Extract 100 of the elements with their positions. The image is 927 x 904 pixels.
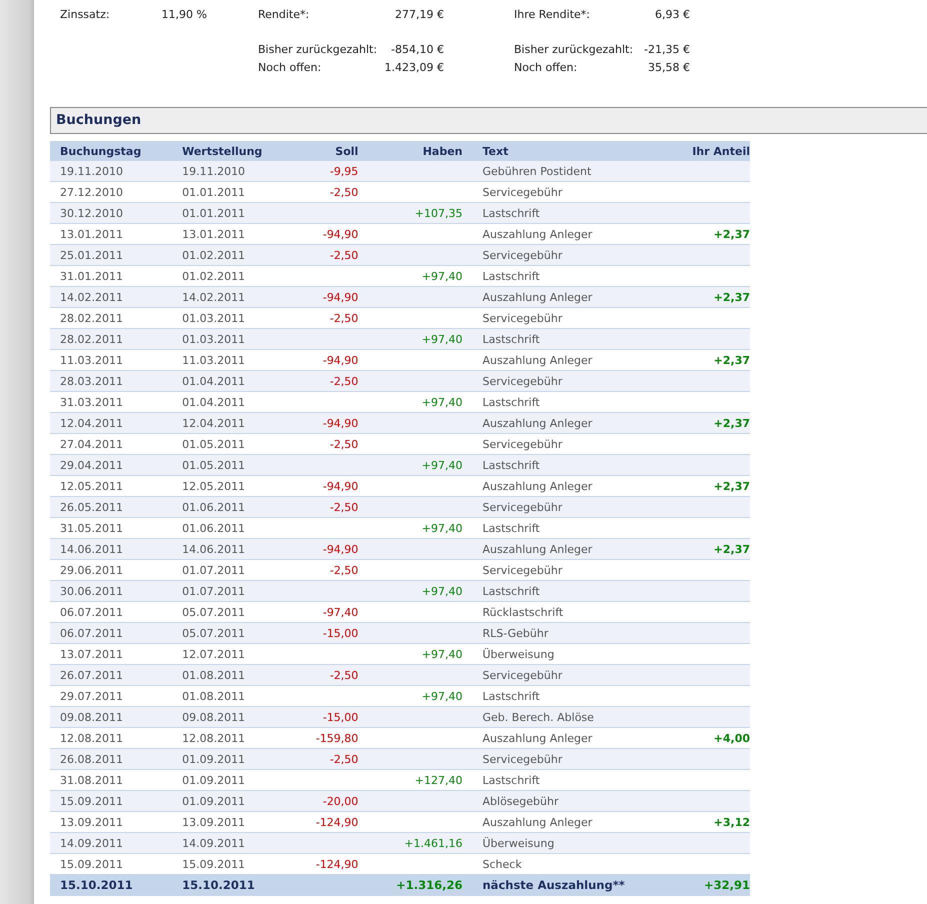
table-cell: +97,40 (422, 648, 462, 660)
table-cell: 01.02.2011 (172, 244, 293, 266)
summary-value: -21,35 € (644, 42, 690, 58)
table-cell: 27.04.2011 (50, 434, 172, 454)
table-cell: 14.09.2011 (172, 832, 293, 854)
table-cell: +107,35 (414, 206, 462, 220)
table-cell: +2,37 (714, 416, 750, 430)
table-cell: Lastschrift (472, 392, 668, 412)
table-cell: 06.07.2011 (50, 622, 172, 644)
table-cell: Gebühren Postident (472, 161, 668, 182)
table-cell: 01.03.2011 (172, 308, 293, 328)
table-cell: -94,90 (322, 416, 358, 430)
table-cell: Überweisung (472, 832, 668, 854)
summary-value: 1.423,09 € (384, 60, 444, 76)
table-cell: Rücklastschrift (472, 602, 668, 622)
table-cell: 29.06.2011 (50, 560, 172, 580)
table-cell: -15,00 (322, 710, 358, 724)
table-cell: +97,40 (422, 690, 462, 702)
table-cell: +97,40 (422, 584, 462, 598)
table-cell: -94,90 (322, 542, 358, 556)
table-cell: 01.01.2011 (172, 182, 293, 202)
table-cell: 12.04.2011 (50, 412, 172, 434)
table-cell: Scheck (472, 854, 668, 874)
table-cell: 05.07.2011 (172, 622, 293, 644)
table-cell: +2,37 (714, 542, 750, 556)
table-cell: +2,37 (714, 290, 750, 304)
table-cell: 25.01.2011 (50, 244, 172, 266)
table-cell: 31.08.2011 (50, 770, 172, 790)
table-cell: +97,40 (422, 458, 462, 472)
table-cell: Servicegebühr (472, 496, 668, 518)
table-cell: Auszahlung Anleger (472, 350, 668, 370)
table-cell: 31.03.2011 (50, 392, 172, 412)
table-cell: Überweisung (472, 644, 668, 664)
table-cell: Lastschrift (472, 770, 668, 790)
table-cell: -94,90 (322, 354, 358, 366)
table-cell: +97,40 (422, 522, 462, 534)
table-cell: 28.02.2011 (50, 328, 172, 350)
table-cell: Ablösegebühr (472, 790, 668, 812)
table-cell: +2,37 (714, 228, 750, 240)
table-cell: 01.05.2011 (172, 454, 293, 476)
table-cell: +1.316,26 (396, 878, 462, 892)
table-cell: Auszahlung Anleger (472, 476, 668, 496)
table-cell: 30.06.2011 (50, 580, 172, 602)
table-cell: -2,50 (330, 668, 358, 682)
table-cell: 09.08.2011 (172, 706, 293, 728)
table-cell: 12.08.2011 (172, 728, 293, 748)
summary-value: 6,93 € (655, 7, 690, 23)
table-cell: -2,50 (330, 752, 358, 766)
table-cell: Lastschrift (472, 686, 668, 706)
table-cell: RLS-Gebühr (472, 622, 668, 644)
table-cell: 12.07.2011 (172, 644, 293, 664)
table-cell: 13.09.2011 (172, 812, 293, 832)
table-cell: 15.09.2011 (50, 790, 172, 812)
table-cell: Servicegebühr (472, 560, 668, 580)
table-cell: 26.05.2011 (50, 496, 172, 518)
table-cell: Servicegebühr (472, 244, 668, 266)
table-cell: Servicegebühr (472, 308, 668, 328)
table-cell: Auszahlung Anleger (472, 412, 668, 434)
table-cell: 31.01.2011 (50, 266, 172, 286)
table-cell: 29.04.2011 (50, 454, 172, 476)
table-cell: 19.11.2010 (50, 161, 172, 182)
table-cell: Servicegebühr (472, 370, 668, 392)
table-cell: 14.09.2011 (50, 832, 172, 854)
summary-value: 35,58 € (648, 60, 690, 76)
column-header: Text (472, 141, 668, 161)
table-cell: +32,91 (704, 878, 750, 892)
summary-value: -854,10 € (391, 42, 444, 58)
table-cell: Lastschrift (472, 266, 668, 286)
table-cell: -2,50 (330, 438, 358, 450)
table-cell: Lastschrift (472, 454, 668, 476)
table-cell: Lastschrift (472, 202, 668, 224)
table-cell: 01.09.2011 (172, 748, 293, 770)
table-cell: Lastschrift (472, 328, 668, 350)
table-cell: 01.08.2011 (172, 686, 293, 706)
table-cell: 01.06.2011 (172, 496, 293, 518)
table-cell: nächste Auszahlung** (472, 874, 668, 896)
table-cell: 14.02.2011 (50, 286, 172, 308)
summary-label: Noch offen: (514, 60, 578, 76)
table-cell: 14.02.2011 (172, 286, 293, 308)
table-cell: -2,50 (330, 564, 358, 576)
table-cell: 11.03.2011 (50, 350, 172, 370)
summary-value: 11,90 % (162, 7, 207, 23)
table-cell: Servicegebühr (472, 182, 668, 202)
table-cell: -9,95 (330, 164, 358, 178)
column-header: Haben (368, 141, 472, 161)
table-cell: +3,12 (714, 816, 750, 828)
table-cell: Auszahlung Anleger (472, 286, 668, 308)
table-cell: 26.08.2011 (50, 748, 172, 770)
summary-label: Bisher zurückgezahlt: (258, 42, 378, 58)
column-header: Ihr Anteil (668, 141, 750, 161)
table-cell: 15.10.2011 (172, 874, 293, 896)
table-cell: +1.461,16 (404, 836, 462, 850)
table-cell: Auszahlung Anleger (472, 538, 668, 560)
table-cell: Servicegebühr (472, 434, 668, 454)
summary-label: Ihre Rendite*: (514, 7, 590, 23)
summary-label: Bisher zurückgezahlt: (514, 42, 634, 58)
table-cell: +97,40 (422, 396, 462, 408)
table-cell: 13.09.2011 (50, 812, 172, 832)
summary-label: Rendite*: (258, 7, 310, 23)
table-cell: 06.07.2011 (50, 602, 172, 622)
